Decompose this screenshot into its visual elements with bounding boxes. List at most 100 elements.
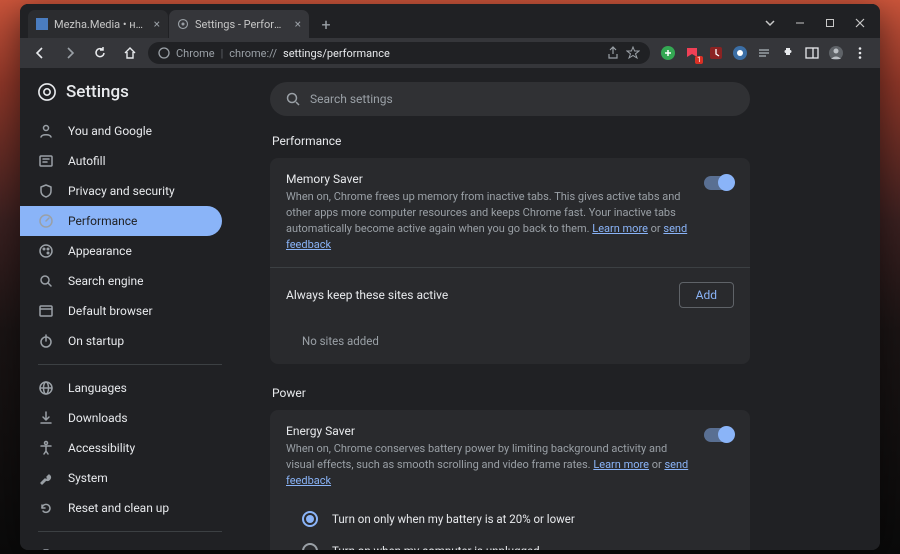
sidebar-item-extensions[interactable]: Extensions <box>20 540 222 550</box>
sidebar-item-label: On startup <box>68 334 124 348</box>
extension-icon[interactable] <box>756 45 772 61</box>
download-icon <box>38 410 54 426</box>
a11y-icon <box>38 440 54 456</box>
puzzle-icon <box>38 547 54 550</box>
sidebar-item-label: Privacy and security <box>68 184 175 198</box>
divider <box>38 364 222 365</box>
reset-icon <box>38 500 54 516</box>
favicon-settings <box>177 18 189 30</box>
energy-saver-option-1[interactable]: Turn on when my computer is unplugged <box>270 535 750 550</box>
paint-icon <box>38 243 54 259</box>
sidebar-item-label: Default browser <box>68 304 153 318</box>
tab-mezha[interactable]: Mezha.Media • новини IT та оr × <box>28 10 168 38</box>
radio-label: Turn on only when my battery is at 20% o… <box>332 512 575 526</box>
maximize-button[interactable] <box>816 12 844 34</box>
sidebar-item-label: Extensions <box>68 548 126 550</box>
sidebar-item-label: Reset and clean up <box>68 501 169 515</box>
extension-icon[interactable] <box>660 45 676 61</box>
share-icon[interactable] <box>606 46 620 60</box>
radio-icon <box>302 543 318 550</box>
address-bar[interactable]: Chrome | chrome://settings/performance <box>148 42 650 64</box>
search-settings[interactable] <box>270 82 750 116</box>
chrome-icon <box>158 47 170 59</box>
sidebar-item-label: System <box>68 471 108 485</box>
sidebar-item-label: Performance <box>68 214 137 228</box>
window-controls <box>756 12 880 38</box>
bookmark-star-icon[interactable] <box>626 46 640 60</box>
minimize-button[interactable] <box>786 12 814 34</box>
sidebar-item-system[interactable]: System <box>20 463 222 493</box>
side-panel-icon[interactable] <box>804 45 820 61</box>
wrench-icon <box>38 470 54 486</box>
extension-icons: 1 <box>656 45 872 61</box>
close-icon[interactable]: × <box>154 18 160 30</box>
shield-icon <box>38 183 54 199</box>
extension-icon[interactable] <box>708 45 724 61</box>
new-tab-button[interactable]: + <box>314 12 338 36</box>
sidebar-item-privacy[interactable]: Privacy and security <box>20 176 222 206</box>
section-title-performance: Performance <box>272 134 850 148</box>
close-icon[interactable]: × <box>295 18 301 30</box>
caret-down-icon[interactable] <box>756 12 784 34</box>
learn-more-link[interactable]: Learn more <box>593 458 649 471</box>
reload-button[interactable] <box>88 41 112 65</box>
extensions-puzzle-icon[interactable] <box>780 45 796 61</box>
sidebar-item-startup[interactable]: On startup <box>20 326 222 356</box>
url-host: chrome:// <box>229 47 277 60</box>
sidebar-item-performance[interactable]: Performance <box>20 206 222 236</box>
search-icon <box>38 273 54 289</box>
gauge-icon <box>38 213 54 229</box>
profile-avatar[interactable] <box>828 45 844 61</box>
sidebar-item-downloads[interactable]: Downloads <box>20 403 222 433</box>
browser-window: Mezha.Media • новини IT та оr × Settings… <box>20 4 880 550</box>
memory-saver-toggle[interactable] <box>704 176 734 190</box>
sidebar-item-appearance[interactable]: Appearance <box>20 236 222 266</box>
external-link-icon <box>146 548 158 551</box>
sidebar-item-label: Downloads <box>68 411 128 425</box>
back-button[interactable] <box>28 41 52 65</box>
performance-card: Memory Saver When on, Chrome frees up me… <box>270 158 750 364</box>
tab-title: Mezha.Media • новини IT та оr <box>54 18 148 31</box>
always-active-empty: No sites added <box>270 322 750 364</box>
favicon-mezha <box>36 18 48 30</box>
power-card: Energy Saver When on, Chrome conserves b… <box>270 410 750 550</box>
search-icon <box>286 92 300 106</box>
person-icon <box>38 123 54 139</box>
sidebar-item-languages[interactable]: Languages <box>20 373 222 403</box>
sidebar-item-autofill[interactable]: Autofill <box>20 146 222 176</box>
divider <box>38 531 222 532</box>
energy-saver-toggle[interactable] <box>704 428 734 442</box>
app-header: Settings <box>20 82 240 116</box>
always-active-title: Always keep these sites active <box>286 288 665 302</box>
energy-saver-title: Energy Saver <box>286 424 690 438</box>
energy-saver-desc: When on, Chrome conserves battery power … <box>286 441 690 489</box>
sidebar-item-a11y[interactable]: Accessibility <box>20 433 222 463</box>
settings-sidebar: Settings You and Google Autofill Privacy a… <box>20 68 240 550</box>
menu-button[interactable] <box>852 45 868 61</box>
forward-button[interactable] <box>58 41 82 65</box>
energy-saver-option-0[interactable]: Turn on only when my battery is at 20% o… <box>270 503 750 535</box>
autofill-icon <box>38 153 54 169</box>
tab-settings[interactable]: Settings - Performance × <box>169 10 309 38</box>
sidebar-item-search[interactable]: Search engine <box>20 266 222 296</box>
sidebar-item-label: Appearance <box>68 244 132 258</box>
extension-icon[interactable]: 1 <box>684 45 700 61</box>
sidebar-item-reset[interactable]: Reset and clean up <box>20 493 222 523</box>
add-site-button[interactable]: Add <box>679 282 734 308</box>
learn-more-link[interactable]: Learn more <box>592 222 648 235</box>
memory-saver-desc: When on, Chrome frees up memory from ina… <box>286 189 690 253</box>
radio-label: Turn on when my computer is unplugged <box>332 544 540 550</box>
sidebar-item-default[interactable]: Default browser <box>20 296 222 326</box>
extension-icon[interactable] <box>732 45 748 61</box>
sidebar-item-label: Autofill <box>68 154 106 168</box>
titlebar: Mezha.Media • новини IT та оr × Settings… <box>20 4 880 38</box>
search-input[interactable] <box>310 92 734 106</box>
sidebar-item-label: Search engine <box>68 274 143 288</box>
globe-icon <box>38 380 54 396</box>
sidebar-item-label: Accessibility <box>68 441 135 455</box>
close-button[interactable] <box>846 12 874 34</box>
home-button[interactable] <box>118 41 142 65</box>
sidebar-item-you[interactable]: You and Google <box>20 116 222 146</box>
memory-saver-title: Memory Saver <box>286 172 690 186</box>
settings-main: Performance Memory Saver When on, Chrome… <box>240 68 880 550</box>
